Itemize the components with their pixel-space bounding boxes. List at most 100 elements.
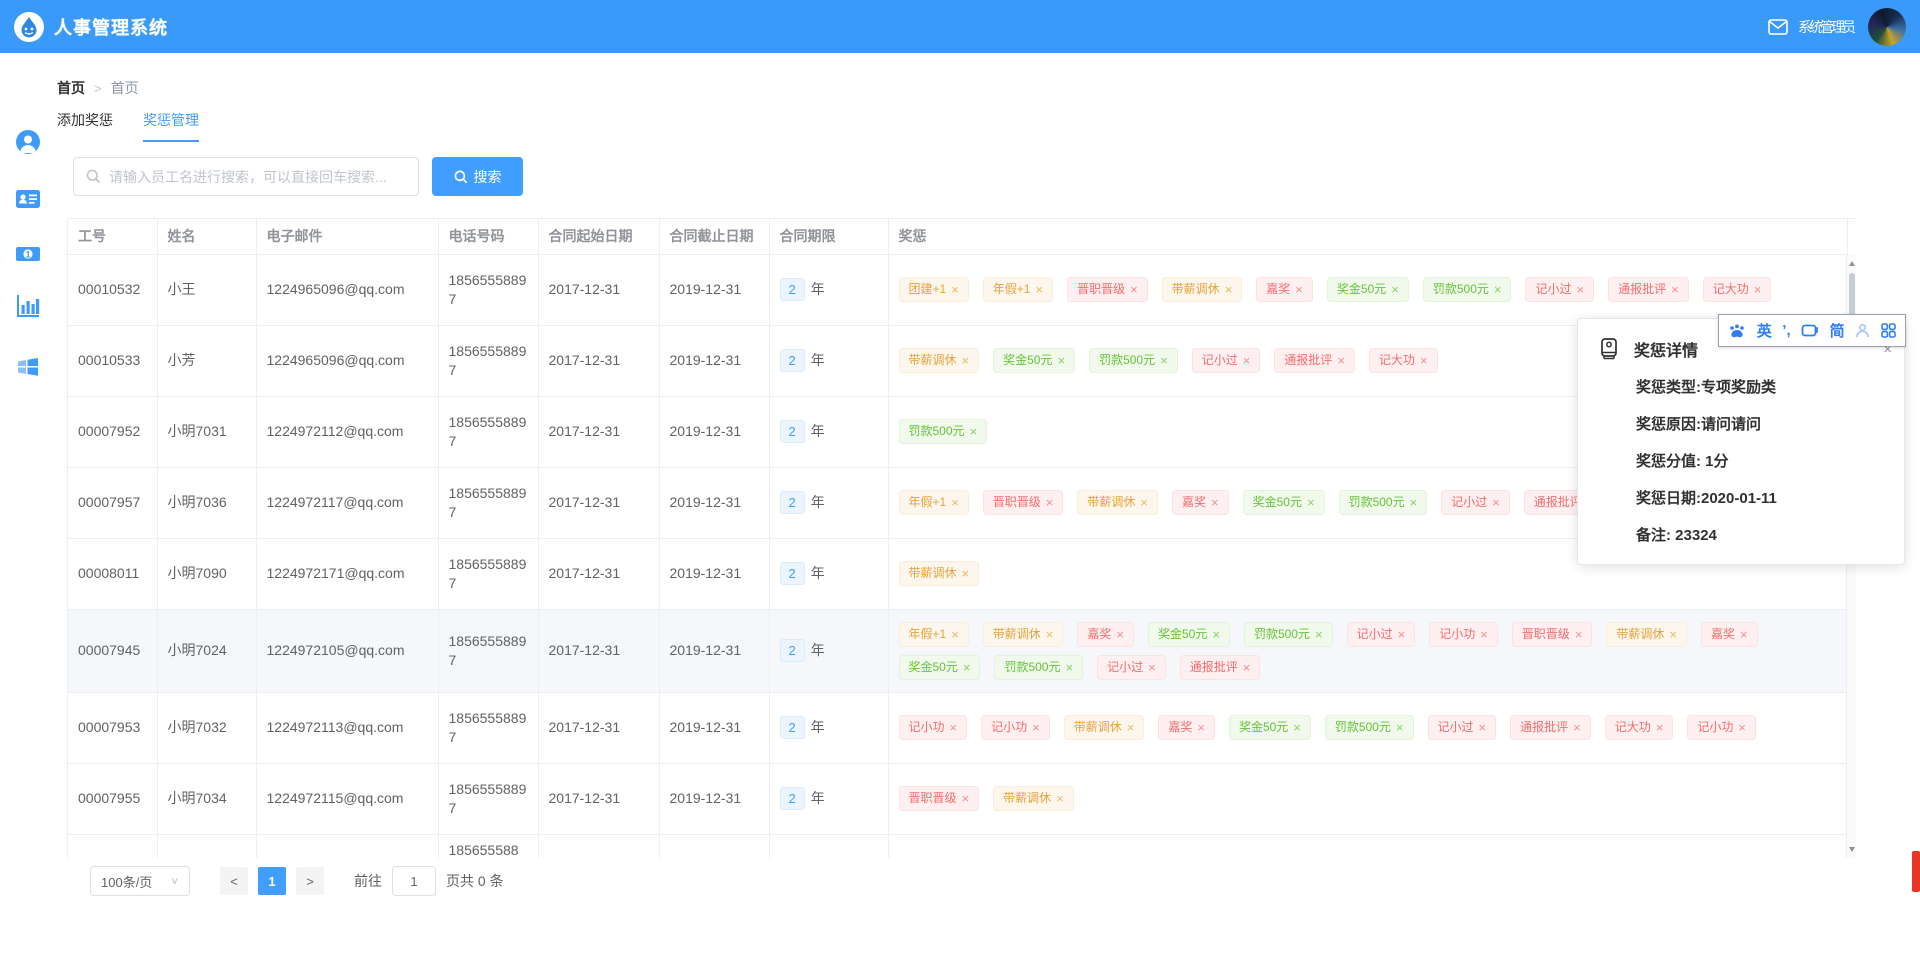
tag-close-icon[interactable]: × [1573, 718, 1581, 737]
tag-close-icon[interactable]: × [1656, 718, 1664, 737]
clipboard-icon[interactable] [1801, 323, 1819, 338]
tag-close-icon[interactable]: × [1754, 280, 1762, 299]
tag-close-icon[interactable]: × [1391, 280, 1399, 299]
goto-page-input[interactable] [392, 866, 436, 896]
tag-close-icon[interactable]: × [962, 351, 970, 370]
reward-tag[interactable]: 记小功 × [898, 715, 968, 740]
tag-close-icon[interactable]: × [1212, 625, 1220, 644]
tag-close-icon[interactable]: × [951, 493, 959, 512]
tag-close-icon[interactable]: × [1057, 351, 1065, 370]
reward-tag[interactable]: 通报批评 × [1510, 715, 1591, 740]
browser-scrollbar-thumb[interactable] [1912, 851, 1920, 892]
tag-close-icon[interactable]: × [962, 564, 970, 583]
tag-close-icon[interactable]: × [1148, 658, 1156, 677]
search-button[interactable]: 搜索 [432, 157, 523, 196]
reward-tag[interactable]: 嘉奖 × [1256, 277, 1313, 302]
tag-close-icon[interactable]: × [1046, 625, 1054, 644]
tab-add-reward[interactable]: 添加奖惩 [57, 110, 113, 142]
tag-close-icon[interactable]: × [1337, 351, 1345, 370]
reward-tag[interactable]: 记大功 × [1368, 348, 1438, 373]
reward-tag[interactable]: 记小过 × [1097, 654, 1166, 680]
tag-close-icon[interactable]: × [950, 718, 958, 737]
menu-grid-icon[interactable] [1880, 323, 1896, 338]
sidebar-item-bar-chart-icon[interactable] [15, 293, 41, 319]
reward-tag[interactable]: 带薪调休 × [993, 786, 1074, 811]
reward-tag[interactable]: 通报批评 × [1274, 348, 1355, 373]
next-page-button[interactable]: > [296, 867, 324, 895]
tag-close-icon[interactable]: × [1480, 625, 1488, 644]
avatar[interactable] [1868, 7, 1906, 46]
reward-tag[interactable]: 记小过 × [1441, 490, 1510, 515]
reward-tag[interactable]: 年假+1 × [898, 490, 969, 515]
tag-close-icon[interactable]: × [1669, 625, 1677, 644]
reward-tag[interactable]: 带薪调休 × [1606, 621, 1688, 647]
sidebar-item-id-card-icon[interactable] [15, 186, 41, 212]
tag-close-icon[interactable]: × [951, 280, 959, 299]
reward-tag[interactable]: 带薪调休 × [1161, 277, 1243, 302]
reward-tag[interactable]: 记小功 × [981, 715, 1050, 740]
tag-close-icon[interactable]: × [1420, 351, 1428, 370]
reward-tag[interactable]: 奖金50元 × [1242, 490, 1325, 515]
reward-tag[interactable]: 记小过 × [1346, 621, 1416, 647]
tag-close-icon[interactable]: × [1140, 493, 1148, 512]
sidebar-item-user-circle-icon[interactable] [15, 129, 41, 155]
reward-tag[interactable]: 团建+1 × [898, 277, 969, 302]
reward-tag[interactable]: 记大功 × [1604, 715, 1674, 740]
tab-reward-management[interactable]: 奖惩管理 [143, 110, 199, 142]
reward-tag[interactable]: 晋职晋级 × [982, 490, 1064, 515]
tag-close-icon[interactable]: × [1479, 718, 1487, 737]
reward-tag[interactable]: 记小过 × [1427, 715, 1497, 740]
tag-close-icon[interactable]: × [962, 789, 970, 808]
tag-close-icon[interactable]: × [1307, 493, 1315, 512]
reward-tag[interactable]: 奖金50元 × [1326, 277, 1409, 302]
tag-close-icon[interactable]: × [951, 625, 959, 644]
reward-tag[interactable]: 奖金50元 × [993, 348, 1076, 373]
admin-username[interactable]: 系统管理员 [1798, 17, 1856, 37]
breadcrumb-home[interactable]: 首页 [57, 78, 85, 98]
reward-tag[interactable]: 嘉奖 × [1172, 490, 1229, 515]
charset-mode-simplified[interactable]: 简 [1830, 320, 1845, 341]
current-page-button[interactable]: 1 [258, 867, 286, 895]
reward-tag[interactable]: 带薪调休 × [982, 621, 1064, 647]
reward-tag[interactable]: 罚款500元 × [1422, 277, 1512, 302]
sidebar-item-money-icon[interactable]: 1 [15, 241, 41, 267]
reward-tag[interactable]: 嘉奖 × [1158, 715, 1215, 740]
tag-close-icon[interactable]: × [1293, 718, 1301, 737]
prev-page-button[interactable]: < [220, 867, 248, 895]
tag-close-icon[interactable]: × [1116, 625, 1124, 644]
reward-tag[interactable]: 年假+1 × [898, 621, 969, 647]
reward-tag[interactable]: 罚款500元 × [1324, 715, 1414, 740]
reward-tag[interactable]: 记大功 × [1702, 277, 1772, 302]
reward-tag[interactable]: 通报批评 × [1179, 654, 1261, 680]
tag-close-icon[interactable]: × [1738, 718, 1746, 737]
tag-close-icon[interactable]: × [1130, 280, 1138, 299]
tag-close-icon[interactable]: × [1740, 625, 1748, 644]
tag-close-icon[interactable]: × [1046, 493, 1054, 512]
reward-tag[interactable]: 罚款500元 × [1089, 348, 1178, 373]
page-size-select[interactable]: 100条/页 ∨ [90, 866, 190, 896]
reward-tag[interactable]: 罚款500元 × [1243, 621, 1333, 647]
reward-tag[interactable]: 罚款500元 × [898, 419, 988, 444]
reward-tag[interactable]: 罚款500元 × [994, 654, 1084, 680]
tag-close-icon[interactable]: × [1315, 625, 1323, 644]
reward-tag[interactable]: 年假+1 × [982, 277, 1054, 302]
reward-tag[interactable]: 奖金50元 × [1228, 715, 1311, 740]
reward-tag[interactable]: 晋职晋级 × [1067, 277, 1148, 302]
tag-close-icon[interactable]: × [1035, 280, 1043, 299]
reward-tag[interactable]: 带薪调休 × [1063, 715, 1145, 740]
tag-close-icon[interactable]: × [1211, 493, 1219, 512]
reward-tag[interactable]: 奖金50元 × [1148, 621, 1230, 647]
tag-close-icon[interactable]: × [1396, 718, 1404, 737]
reward-tag[interactable]: 记小功 × [1429, 621, 1498, 647]
mail-icon[interactable] [1768, 18, 1788, 35]
tag-close-icon[interactable]: × [1295, 280, 1303, 299]
tag-close-icon[interactable]: × [1225, 280, 1233, 299]
tag-close-icon[interactable]: × [1243, 658, 1251, 677]
tag-close-icon[interactable]: × [1160, 351, 1168, 370]
reward-tag[interactable]: 晋职晋级 × [1511, 621, 1593, 647]
tag-close-icon[interactable]: × [1127, 718, 1135, 737]
reward-tag[interactable]: 嘉奖 × [1701, 621, 1758, 647]
reward-tag[interactable]: 罚款500元 × [1338, 490, 1428, 515]
reward-tag[interactable]: 奖金50元 × [898, 654, 981, 680]
tag-close-icon[interactable]: × [1065, 658, 1073, 677]
